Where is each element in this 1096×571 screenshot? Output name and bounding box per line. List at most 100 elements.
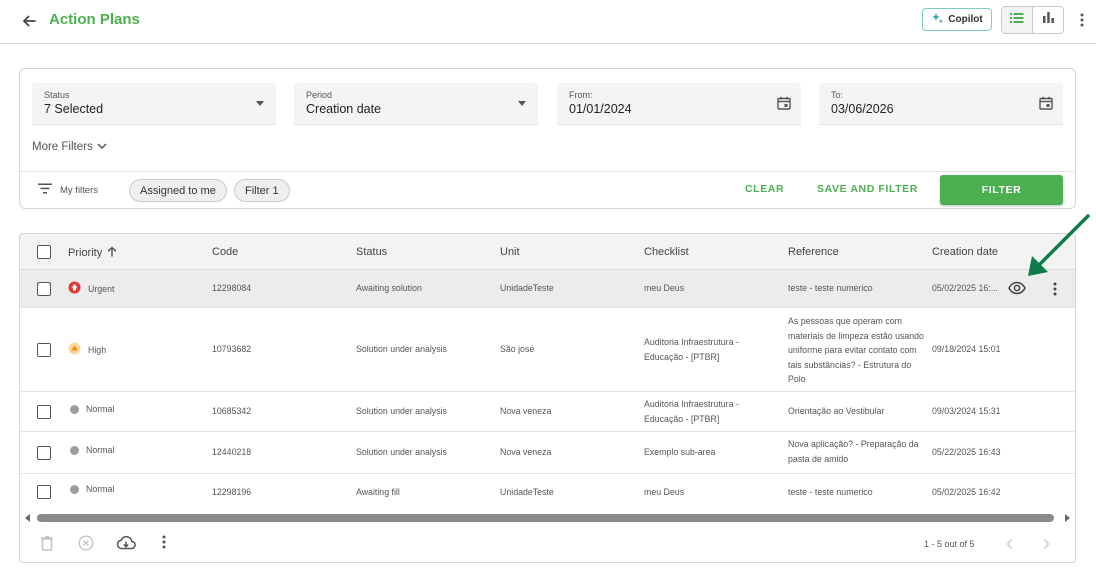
checklist-cell: Exemplo sub-area bbox=[644, 447, 716, 457]
sparkle-icon bbox=[931, 12, 944, 28]
reference-cell: teste - teste numerico bbox=[788, 283, 873, 293]
view-toggle bbox=[1001, 6, 1064, 34]
priority-label: Normal bbox=[86, 404, 115, 414]
scroll-right-arrow-icon[interactable] bbox=[1065, 514, 1070, 522]
divider bbox=[20, 171, 1075, 172]
my-filters-button[interactable]: My filters bbox=[38, 183, 98, 197]
from-date-field[interactable]: From: 01/01/2024 bbox=[557, 83, 801, 125]
calendar-icon[interactable] bbox=[777, 96, 791, 115]
select-all-checkbox[interactable] bbox=[37, 245, 51, 259]
calendar-icon[interactable] bbox=[1039, 96, 1053, 115]
unit-cell: UnidadeTeste bbox=[500, 487, 554, 497]
status-cell: Solution under analysis bbox=[356, 344, 447, 354]
status-label: Status bbox=[44, 90, 70, 100]
normal-priority-dot-icon bbox=[70, 445, 79, 455]
unit-cell: São josé bbox=[500, 344, 535, 354]
unit-cell: UnidadeTeste bbox=[500, 283, 554, 293]
footer-more-vertical-icon[interactable] bbox=[161, 535, 167, 549]
column-header-checklist[interactable]: Checklist bbox=[644, 246, 689, 258]
column-header-creation-date[interactable]: Creation date bbox=[932, 246, 998, 258]
filter-button[interactable]: FILTER bbox=[940, 175, 1063, 205]
more-vertical-icon[interactable] bbox=[1075, 10, 1089, 30]
creation-date-cell: 09/03/2024 15:31 bbox=[932, 406, 1001, 416]
cancel-circle-icon[interactable] bbox=[78, 535, 94, 551]
high-priority-icon bbox=[68, 342, 81, 357]
next-page-chevron-icon[interactable] bbox=[1041, 537, 1051, 556]
reference-cell: Orientação ao Vestibular bbox=[788, 406, 885, 416]
status-cell: Awaiting fill bbox=[356, 487, 400, 497]
scrollbar-thumb[interactable] bbox=[37, 514, 1054, 522]
priority-label: Normal bbox=[86, 445, 115, 455]
normal-priority-dot-icon bbox=[70, 404, 79, 414]
copilot-button[interactable]: Copilot bbox=[922, 8, 992, 31]
table-row[interactable]: Normal 12298196 Awaiting fill UnidadeTes… bbox=[20, 474, 1075, 510]
row-checkbox[interactable] bbox=[37, 485, 51, 499]
column-header-code[interactable]: Code bbox=[212, 246, 238, 258]
column-header-unit[interactable]: Unit bbox=[500, 246, 520, 258]
chip-assigned-to-me[interactable]: Assigned to me bbox=[129, 179, 227, 202]
back-arrow-icon[interactable] bbox=[18, 10, 40, 32]
pagination-label: 1 - 5 out of 5 bbox=[924, 539, 975, 549]
unit-cell: Nova veneza bbox=[500, 406, 552, 416]
row-checkbox[interactable] bbox=[37, 405, 51, 419]
cloud-download-icon[interactable] bbox=[116, 535, 136, 551]
priority-cell: Normal bbox=[68, 445, 114, 455]
list-view-button[interactable] bbox=[1002, 7, 1032, 33]
reference-cell: teste - teste numerico bbox=[788, 487, 873, 497]
more-filters-label: More Filters bbox=[32, 141, 93, 153]
status-cell: Awaiting solution bbox=[356, 283, 422, 293]
checklist-cell: Auditoria Infraestrutura - Educação - [P… bbox=[644, 399, 739, 424]
creation-date-cell: 09/18/2024 15:01 bbox=[932, 344, 1001, 354]
status-cell: Solution under analysis bbox=[356, 406, 447, 416]
table-header: Priority Code Status Unit Checklist Refe… bbox=[20, 234, 1075, 270]
copilot-label: Copilot bbox=[948, 14, 983, 25]
reference-cell: As pessoas que operam com materiais de l… bbox=[788, 316, 924, 384]
priority-cell: Normal bbox=[68, 484, 114, 494]
more-filters-toggle[interactable]: More Filters bbox=[32, 141, 107, 153]
priority-label: High bbox=[88, 344, 107, 355]
unit-cell: Nova veneza bbox=[500, 447, 552, 457]
from-value: 01/01/2024 bbox=[569, 102, 632, 116]
creation-date-cell: 05/02/2025 16:... bbox=[932, 283, 999, 293]
creation-date-cell: 05/02/2025 16:42 bbox=[932, 487, 1001, 497]
prev-page-chevron-icon[interactable] bbox=[1005, 537, 1015, 556]
priority-label: Urgent bbox=[88, 283, 115, 294]
column-header-reference[interactable]: Reference bbox=[788, 246, 839, 258]
column-header-status[interactable]: Status bbox=[356, 246, 387, 258]
save-and-filter-button[interactable]: SAVE AND FILTER bbox=[817, 183, 918, 195]
code-cell: 12298084 bbox=[212, 283, 252, 293]
filter-lines-icon bbox=[38, 183, 52, 197]
trash-icon[interactable] bbox=[40, 535, 54, 551]
period-label: Period bbox=[306, 90, 333, 100]
period-select[interactable]: Period Creation date bbox=[294, 83, 538, 125]
column-label: Priority bbox=[68, 247, 103, 259]
scroll-left-arrow-icon[interactable] bbox=[25, 514, 30, 522]
checklist-cell: meu Deus bbox=[644, 487, 685, 497]
priority-cell: Urgent bbox=[68, 281, 114, 296]
chart-view-button[interactable] bbox=[1032, 7, 1063, 33]
clear-button[interactable]: CLEAR bbox=[745, 183, 784, 195]
table-row[interactable]: High 10793682 Solution under analysis Sã… bbox=[20, 308, 1075, 392]
dropdown-caret-icon bbox=[518, 101, 526, 106]
chip-filter-1[interactable]: Filter 1 bbox=[234, 179, 290, 202]
priority-label: Normal bbox=[86, 484, 115, 494]
table-row[interactable]: Normal 10685342 Solution under analysis … bbox=[20, 392, 1075, 432]
row-checkbox[interactable] bbox=[37, 446, 51, 460]
status-select[interactable]: Status 7 Selected bbox=[32, 83, 276, 125]
sort-arrow-up-icon bbox=[107, 246, 117, 260]
code-cell: 10793682 bbox=[212, 344, 252, 354]
row-checkbox[interactable] bbox=[37, 282, 51, 296]
list-icon bbox=[1010, 11, 1024, 29]
row-checkbox[interactable] bbox=[37, 343, 51, 357]
priority-cell: Normal bbox=[68, 404, 114, 414]
horizontal-scrollbar[interactable] bbox=[20, 510, 1075, 526]
table-row[interactable]: Urgent 12298084 Awaiting solution Unidad… bbox=[20, 270, 1075, 308]
status-value: 7 Selected bbox=[44, 102, 104, 116]
to-label: To: bbox=[831, 90, 844, 100]
to-date-field[interactable]: To: 03/06/2026 bbox=[819, 83, 1063, 125]
table-row[interactable]: Normal 12440218 Solution under analysis … bbox=[20, 432, 1075, 474]
reference-cell: Nova aplicação? - Preparação da pasta de… bbox=[788, 439, 919, 464]
code-cell: 10685342 bbox=[212, 406, 252, 416]
status-cell: Solution under analysis bbox=[356, 447, 447, 457]
column-header-priority[interactable]: Priority bbox=[68, 246, 117, 260]
